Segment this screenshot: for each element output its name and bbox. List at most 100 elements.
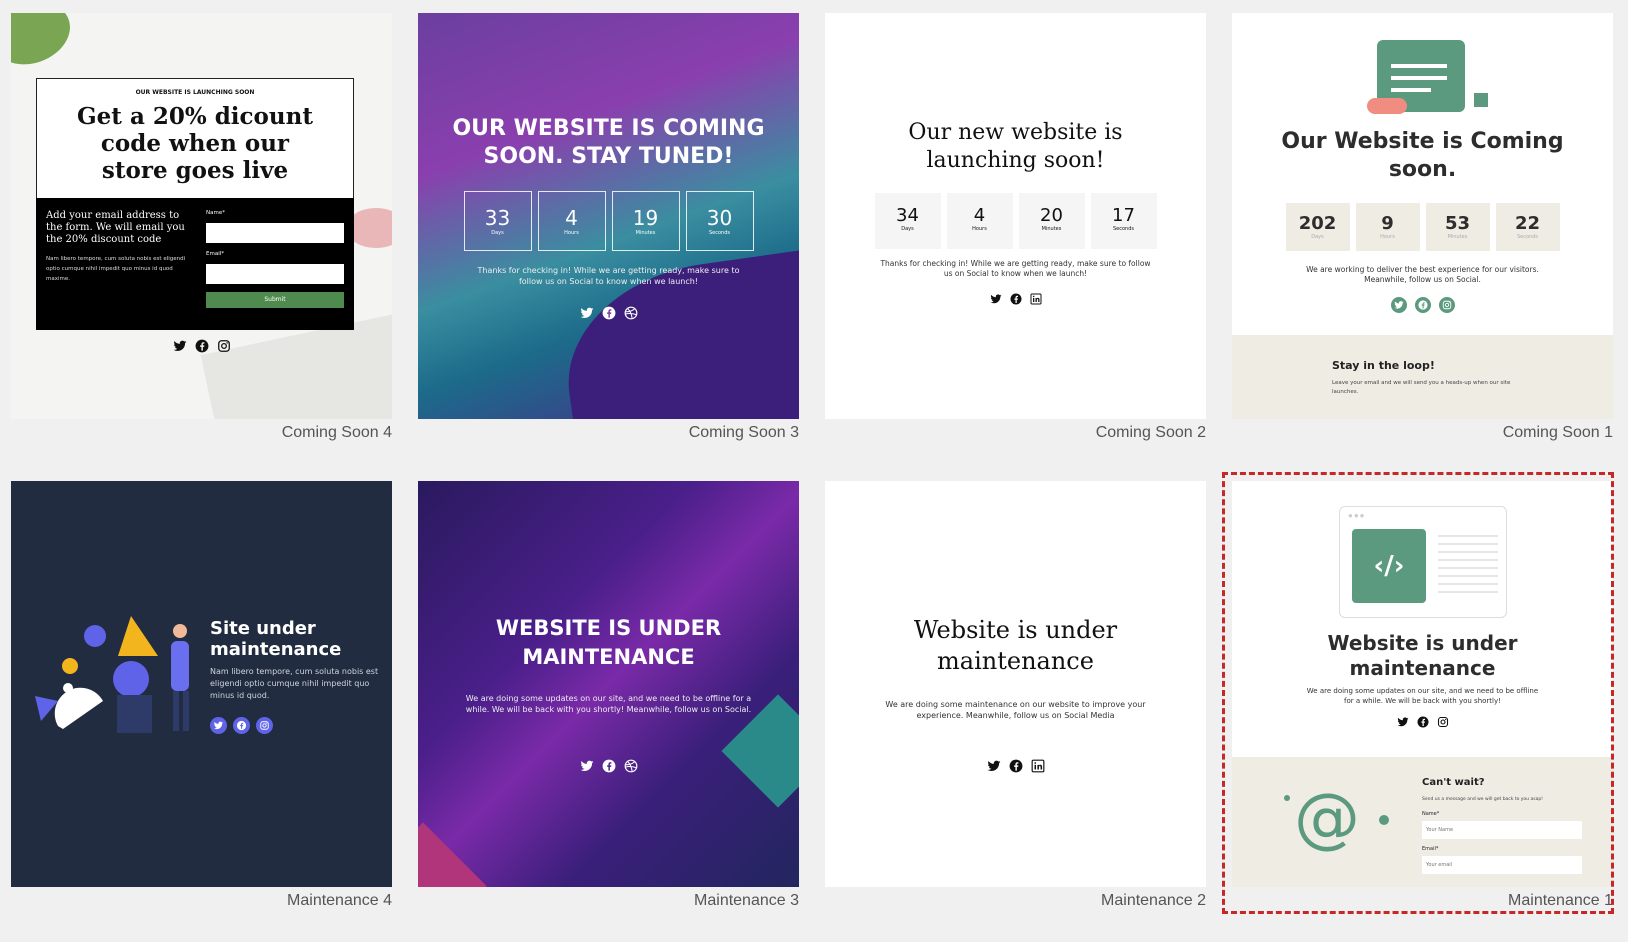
countdown-days: 33 Days (463, 191, 532, 251)
body-text: We are doing some updates on our site, a… (465, 694, 752, 714)
template-thumbnail[interactable]: OUR WEBSITE IS COMING SOON. STAY TUNED! … (418, 13, 799, 419)
dribbble-icon[interactable] (624, 759, 638, 773)
countdown-value: 4 (565, 206, 578, 230)
hero-title-line: store goes live (101, 157, 289, 184)
template-thumbnail[interactable]: Our Website is Coming soon. 202 Days 9 Hou… (1232, 13, 1613, 419)
social-links (11, 339, 392, 353)
countdown-value: 34 (896, 205, 919, 226)
facebook-icon[interactable] (602, 306, 616, 320)
hero-title-line: Our new website is (908, 120, 1123, 145)
countdown-value: 33 (484, 206, 511, 230)
instagram-icon[interactable] (256, 717, 273, 734)
countdown-value: 53 (1444, 213, 1471, 234)
countdown-label: Seconds (1112, 226, 1134, 232)
countdown-label: Minutes (1447, 234, 1468, 240)
countdown-hours: 9 Hours (1355, 203, 1420, 251)
countdown-seconds: 17 Seconds (1090, 193, 1157, 249)
square-decoration (1474, 93, 1488, 107)
countdown: 34 Days 4 Hours 20 Minutes 17 Seconds (825, 193, 1206, 249)
hero-title-line: SOON. STAY TUNED! (483, 144, 734, 169)
email-label: Email* (206, 251, 225, 257)
hero-title-line: MAINTENANCE (522, 645, 695, 669)
dribbble-icon[interactable] (624, 306, 638, 320)
facebook-icon[interactable] (1009, 759, 1023, 773)
hero-title: Our new website is launching soon! (825, 119, 1206, 175)
facebook-icon[interactable] (602, 759, 616, 773)
social-links (825, 759, 1206, 773)
countdown-value: 30 (706, 206, 733, 230)
countdown-value: 22 (1514, 213, 1541, 234)
twitter-icon[interactable] (987, 759, 1001, 773)
template-thumbnail[interactable]: WEBSITE IS UNDER MAINTENANCE We are doin… (418, 481, 799, 887)
template-caption: Maintenance 3 (694, 892, 799, 909)
twitter-icon[interactable] (1390, 297, 1407, 313)
illustration-line (1391, 88, 1431, 92)
facebook-icon[interactable] (195, 339, 209, 353)
template-caption: Coming Soon 1 (1502, 424, 1613, 441)
name-field[interactable] (206, 223, 344, 243)
shapes-illustration (35, 616, 189, 733)
twitter-icon[interactable] (990, 293, 1002, 305)
kicker-text: OUR WEBSITE IS LAUNCHING SOON (135, 89, 255, 96)
hero-title-line: Our Website is Coming (1281, 129, 1564, 154)
countdown-value: 4 (973, 205, 986, 226)
hero-title-line: maintenance (937, 647, 1094, 675)
linkedin-icon[interactable] (1031, 759, 1045, 773)
submit-button[interactable]: Submit (206, 292, 344, 308)
hero-panel: OUR WEBSITE IS LAUNCHING SOON Get a 20% … (36, 78, 354, 198)
countdown-days: 202 Days (1285, 203, 1350, 251)
hero-title-line: code when our (100, 130, 290, 157)
instagram-icon[interactable] (1438, 297, 1455, 313)
hero-title-line: maintenance (210, 639, 342, 660)
twitter-icon[interactable] (210, 717, 227, 734)
countdown-value: 9 (1381, 213, 1394, 234)
name-label: Name* (206, 210, 225, 216)
countdown-label: Days (1311, 234, 1324, 240)
countdown-value: 202 (1298, 213, 1337, 234)
countdown-label: Hours (564, 230, 579, 236)
template-thumbnail[interactable]: Site under maintenance Nam libero tempor… (11, 481, 392, 887)
countdown: 202 Days 9 Hours 53 Minutes 22 Seconds (1232, 203, 1613, 251)
body-text: Nam libero tempore, cum soluta nobis est… (46, 256, 186, 282)
facebook-icon[interactable] (1010, 293, 1022, 305)
body-text: Thanks for checking in! While we are get… (477, 266, 740, 286)
selection-highlight (1222, 472, 1614, 914)
social-links (825, 293, 1206, 305)
social-links (210, 717, 273, 734)
linkedin-icon[interactable] (1030, 293, 1042, 305)
body-text: We are doing some maintenance on our web… (885, 700, 1146, 720)
countdown-minutes: 20 Minutes (1018, 193, 1085, 249)
hero-title-line: soon. (1388, 157, 1457, 182)
countdown-minutes: 19 Minutes (611, 191, 680, 251)
countdown: 33 Days 4 Hours 19 Minutes 30 Seconds (418, 191, 799, 251)
hero-title: OUR WEBSITE IS COMING SOON. STAY TUNED! (418, 115, 799, 171)
countdown-label: Days (901, 226, 914, 232)
template-thumbnail[interactable]: Our new website is launching soon! 34 Day… (825, 13, 1206, 419)
hero-title-line: Site under (210, 618, 316, 639)
countdown-label: Hours (972, 226, 987, 232)
facebook-icon[interactable] (1414, 297, 1431, 313)
template-thumbnail[interactable]: OUR WEBSITE IS LAUNCHING SOON Get a 20% … (11, 13, 392, 419)
hero-title: Our Website is Coming soon. (1232, 128, 1613, 184)
newsletter-section: Stay in the loop! Leave your email and w… (1232, 335, 1613, 419)
facebook-icon[interactable] (233, 717, 250, 734)
body-text: Nam libero tempore, cum soluta nobis est… (210, 667, 379, 700)
countdown-label: Days (491, 230, 504, 236)
twitter-icon[interactable] (580, 759, 594, 773)
hero-title: WEBSITE IS UNDER MAINTENANCE (418, 614, 799, 672)
twitter-icon[interactable] (580, 306, 594, 320)
countdown-hours: 4 Hours (537, 191, 606, 251)
hero-title: Get a 20% dicount code when our store go… (37, 103, 353, 184)
form-panel: Add your email address to the form. We w… (36, 198, 354, 330)
countdown-value: 19 (632, 206, 659, 230)
instagram-icon[interactable] (217, 339, 231, 353)
email-field[interactable] (206, 264, 344, 284)
social-links (418, 759, 799, 773)
template-caption: Maintenance 2 (1101, 892, 1206, 909)
countdown-label: Minutes (635, 230, 656, 236)
countdown-minutes: 53 Minutes (1425, 203, 1490, 251)
countdown-hours: 4 Hours (946, 193, 1013, 249)
twitter-icon[interactable] (173, 339, 187, 353)
template-thumbnail[interactable]: Website is under maintenance We are doin… (825, 481, 1206, 887)
leaf-decoration (11, 13, 79, 75)
